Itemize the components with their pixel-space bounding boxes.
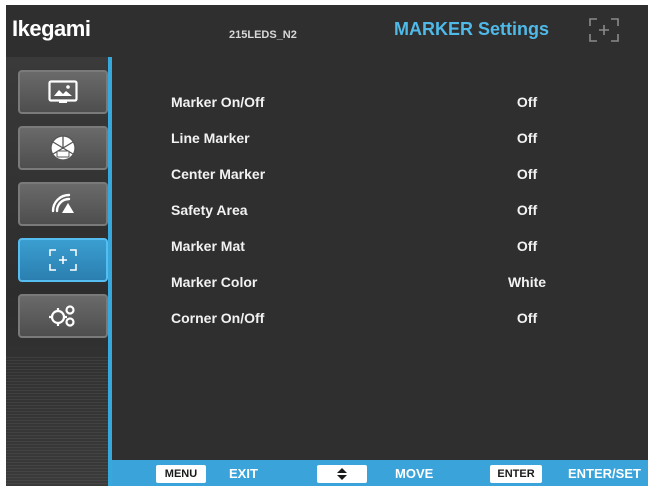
sidebar-tab-picture[interactable] — [18, 70, 108, 114]
menu-item-label: Corner On/Off — [171, 310, 265, 326]
header-bar: Ikegami 215LEDS_N2 MARKER Settings — [6, 5, 648, 57]
menu-item-label: Marker On/Off — [171, 94, 265, 110]
menu-row-marker-mat[interactable]: Marker Mat Off — [112, 228, 648, 264]
menu-item-label: Line Marker — [171, 130, 250, 146]
menu-row-center-marker[interactable]: Center Marker Off — [112, 156, 648, 192]
signal-icon — [51, 193, 74, 213]
footer-bar: MENU EXIT MOVE ENTER ENTER/SET — [112, 460, 648, 486]
menu-row-marker-color[interactable]: Marker Color White — [112, 264, 648, 300]
sidebar-tab-setup[interactable] — [18, 294, 108, 338]
sidebar-tab-color[interactable] — [18, 126, 108, 170]
up-down-key-button[interactable] — [317, 465, 367, 483]
color-wheel-icon — [50, 135, 76, 161]
menu-item-value[interactable]: White — [482, 264, 572, 300]
menu-item-label: Marker Color — [171, 274, 258, 290]
menu-item-value[interactable]: Off — [482, 84, 572, 120]
menu-row-marker-on-off[interactable]: Marker On/Off Off — [112, 84, 648, 120]
menu-item-label: Marker Mat — [171, 238, 245, 254]
model-name: 215LEDS_N2 — [229, 29, 297, 41]
marker-frame-icon — [49, 249, 77, 271]
menu-item-value[interactable]: Off — [482, 156, 572, 192]
menu-row-corner-on-off[interactable]: Corner On/Off Off — [112, 300, 648, 336]
enter-set-hint: ENTER/SET — [568, 466, 641, 481]
up-down-arrow-icon — [337, 468, 347, 480]
sidebar — [6, 57, 112, 486]
menu-item-value[interactable]: Off — [482, 192, 572, 228]
enter-key-button[interactable]: ENTER — [490, 465, 542, 483]
menu-row-line-marker[interactable]: Line Marker Off — [112, 120, 648, 156]
menu-row-safety-area[interactable]: Safety Area Off — [112, 192, 648, 228]
marker-frame-icon — [589, 18, 619, 42]
sidebar-tab-marker[interactable] — [18, 238, 108, 282]
osd-window: Ikegami 215LEDS_N2 MARKER Settings Marke… — [6, 5, 648, 486]
menu-item-value[interactable]: Off — [482, 228, 572, 264]
settings-panel: Marker On/Off Off Line Marker Off Center… — [112, 57, 648, 460]
exit-hint: EXIT — [229, 466, 258, 481]
menu-item-value[interactable]: Off — [482, 120, 572, 156]
move-hint: MOVE — [395, 466, 434, 481]
gears-icon — [49, 305, 75, 327]
picture-icon — [48, 80, 78, 103]
menu-item-value[interactable]: Off — [482, 300, 572, 336]
sidebar-tab-signal[interactable] — [18, 182, 108, 226]
page-title: MARKER Settings — [394, 19, 550, 39]
menu-item-label: Center Marker — [171, 166, 266, 182]
menu-item-label: Safety Area — [171, 202, 248, 218]
brand-logo: Ikegami — [12, 16, 91, 41]
menu-key-button[interactable]: MENU — [156, 465, 206, 483]
